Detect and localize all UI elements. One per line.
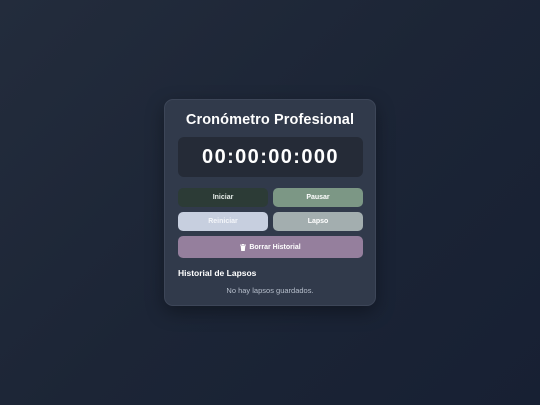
lap-history-empty-message: No hay lapsos guardados. [226, 286, 314, 295]
pause-button[interactable]: Pausar [273, 188, 363, 207]
stopwatch-card: Cronómetro Profesional 00:00:00:000 Inic… [164, 99, 376, 306]
lap-history-heading: Historial de Lapsos [178, 268, 257, 278]
trash-icon [240, 243, 247, 251]
clear-history-label: Borrar Historial [249, 243, 301, 251]
reset-button[interactable]: Reiniciar [178, 212, 268, 231]
time-display: 00:00:00:000 [178, 137, 363, 177]
app-title: Cronómetro Profesional [185, 112, 355, 128]
clear-history-button[interactable]: Borrar Historial [178, 236, 363, 258]
lap-button[interactable]: Lapso [273, 212, 363, 231]
start-button[interactable]: Iniciar [178, 188, 268, 207]
